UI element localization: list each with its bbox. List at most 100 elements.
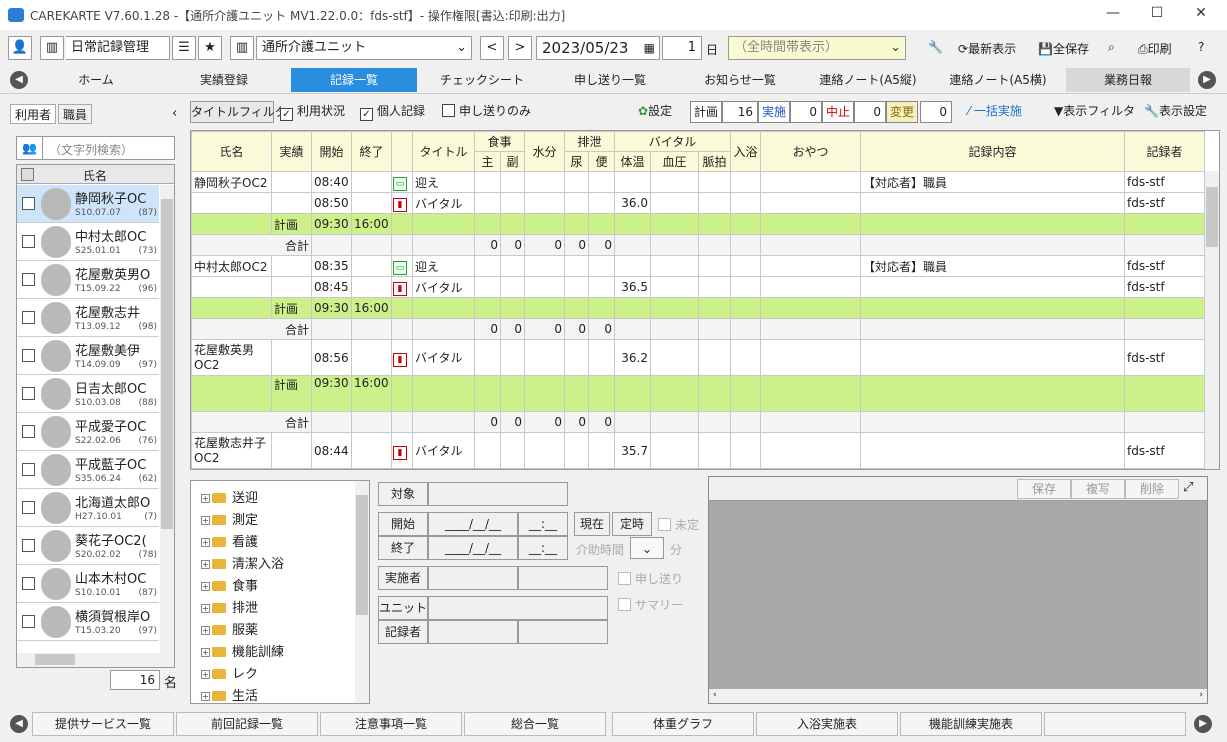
grid-cell[interactable]: 09:30: [311, 375, 352, 412]
bulk-execute-button[interactable]: ⁄ 一括実施: [968, 101, 1022, 123]
col-recorder[interactable]: 記録者: [1124, 131, 1205, 172]
grid-cell[interactable]: 計画: [271, 213, 312, 235]
grid-cell[interactable]: [650, 234, 699, 256]
grid-cell[interactable]: 0: [474, 411, 501, 433]
display-filter-button[interactable]: ▼表示フィルタ: [1054, 101, 1135, 123]
overall-list-button[interactable]: 総合一覧: [464, 712, 606, 736]
col-result[interactable]: 実績: [271, 131, 312, 172]
grid-cell[interactable]: [500, 339, 525, 376]
user-checkbox[interactable]: [22, 539, 35, 552]
grid-cell[interactable]: [412, 318, 475, 340]
grid-cell[interactable]: [760, 339, 861, 376]
grid-cell[interactable]: [524, 297, 565, 319]
grid-cell[interactable]: [564, 432, 589, 469]
unit-select[interactable]: 通所介護ユニット ⌄: [256, 36, 472, 60]
grid-cell[interactable]: [412, 297, 475, 319]
time-select[interactable]: （全時間帯表示） ⌄: [728, 36, 906, 60]
grid-cell[interactable]: [412, 213, 475, 235]
grid-cell[interactable]: [588, 171, 615, 193]
grid-cell[interactable]: 0: [500, 318, 525, 340]
expand-plus-icon[interactable]: +: [201, 582, 210, 591]
grid-cell[interactable]: [524, 276, 565, 298]
grid-cell[interactable]: [650, 411, 699, 433]
user-row[interactable]: 平成愛子OC S22.02.06 (76): [17, 413, 159, 451]
grid-cell[interactable]: [1124, 318, 1205, 340]
user-row[interactable]: 花屋敷美伊 T14.09.09 (97): [17, 337, 159, 375]
executor-field[interactable]: [428, 566, 518, 590]
grid-cell[interactable]: [391, 375, 413, 412]
col-content[interactable]: 記録内容: [860, 131, 1125, 172]
grid-cell[interactable]: 【対応者】職員: [860, 171, 1125, 193]
grid-cell[interactable]: [588, 432, 615, 469]
grid-cell[interactable]: [860, 411, 1125, 433]
grid-cell[interactable]: [1124, 375, 1205, 412]
table-row[interactable]: 08:45 ▮ バイタル 36.5 fds-stf: [191, 276, 1205, 298]
table-row[interactable]: 中村太郎OC2 08:35 ▭ 迎え 【対応者】職員 fds-stf: [191, 255, 1205, 277]
recorder-field[interactable]: [428, 620, 518, 644]
user-row[interactable]: 横須賀根岸O T15.03.20 (97): [17, 603, 159, 641]
grid-cell[interactable]: ▭: [391, 255, 413, 277]
weight-graph-button[interactable]: 体重グラフ: [612, 712, 754, 736]
bottom-prev-icon[interactable]: ◀: [10, 715, 28, 733]
grid-cell[interactable]: [500, 255, 525, 277]
tab-results[interactable]: 実績登録: [164, 68, 284, 92]
training-table-button[interactable]: 機能訓練実施表: [900, 712, 1042, 736]
grid-cell[interactable]: ▮: [391, 192, 413, 214]
handover-only-checkbox[interactable]: 申し送りのみ: [442, 101, 531, 123]
user-checkbox[interactable]: [22, 349, 35, 362]
grid-cell[interactable]: [191, 192, 272, 214]
grid-cell[interactable]: [730, 318, 761, 340]
tab-staff[interactable]: 職員: [58, 104, 93, 124]
tree-item[interactable]: + 食事: [201, 575, 258, 594]
grid-cell[interactable]: [1124, 234, 1205, 256]
grid-cell[interactable]: [564, 339, 589, 376]
grid-cell[interactable]: 08:35: [311, 255, 352, 277]
tree-item[interactable]: + レク: [201, 663, 258, 682]
list-icon[interactable]: ☰: [172, 36, 196, 60]
grid-cell[interactable]: [860, 192, 1125, 214]
col-bath[interactable]: 入浴: [730, 131, 761, 172]
col-meal-side[interactable]: 副: [500, 151, 525, 172]
grid-cell[interactable]: [391, 234, 413, 256]
collapse-icon[interactable]: ‹: [172, 106, 177, 121]
grid-cell[interactable]: 08:40: [311, 171, 352, 193]
nav-next-icon[interactable]: ▶: [1198, 71, 1216, 89]
grid-cell[interactable]: [311, 234, 352, 256]
expand-plus-icon[interactable]: +: [201, 670, 210, 679]
target-field[interactable]: [428, 482, 568, 506]
grid-cell[interactable]: [474, 432, 501, 469]
grid-cell[interactable]: [474, 171, 501, 193]
grid-cell[interactable]: [730, 213, 761, 235]
grid-cell[interactable]: [730, 255, 761, 277]
grid-cell[interactable]: [698, 375, 731, 412]
grid-cell[interactable]: [500, 276, 525, 298]
grid-cell[interactable]: [271, 192, 312, 214]
grid-cell[interactable]: [1124, 411, 1205, 433]
star-icon[interactable]: ★: [198, 36, 222, 60]
table-row[interactable]: 計画 09:30 16:00: [191, 213, 1205, 235]
grid-cell[interactable]: [730, 171, 761, 193]
grid-cell[interactable]: [564, 276, 589, 298]
tree-item[interactable]: + 生活: [201, 685, 258, 703]
grid-cell[interactable]: [1124, 297, 1205, 319]
search-box[interactable]: 👥 （文字列検索）: [16, 136, 175, 160]
search-icon[interactable]: ⌕: [1108, 40, 1115, 55]
user-row[interactable]: 中村太郎OC S25.01.01 (73): [17, 223, 159, 261]
select-all-checkbox[interactable]: [21, 168, 34, 181]
tab-users[interactable]: 利用者: [10, 104, 57, 124]
col-pulse[interactable]: 脈拍: [698, 151, 731, 172]
fixed-time-button[interactable]: 定時: [612, 512, 652, 536]
col-stool[interactable]: 便: [588, 151, 615, 172]
grid-cell[interactable]: [500, 432, 525, 469]
grid-cell[interactable]: 08:50: [311, 192, 352, 214]
tree-item[interactable]: + 清潔入浴: [201, 553, 284, 572]
minimize-icon[interactable]: —: [1098, 5, 1128, 25]
unit-field[interactable]: [428, 596, 608, 620]
col-end[interactable]: 終了: [351, 131, 392, 172]
grid-cell[interactable]: [650, 255, 699, 277]
print-button[interactable]: ⎙印刷: [1138, 40, 1172, 57]
grid-cell[interactable]: [351, 318, 392, 340]
grid-cell[interactable]: [650, 297, 699, 319]
grid-cell[interactable]: fds-stf: [1124, 276, 1205, 298]
grid-cell[interactable]: [351, 276, 392, 298]
